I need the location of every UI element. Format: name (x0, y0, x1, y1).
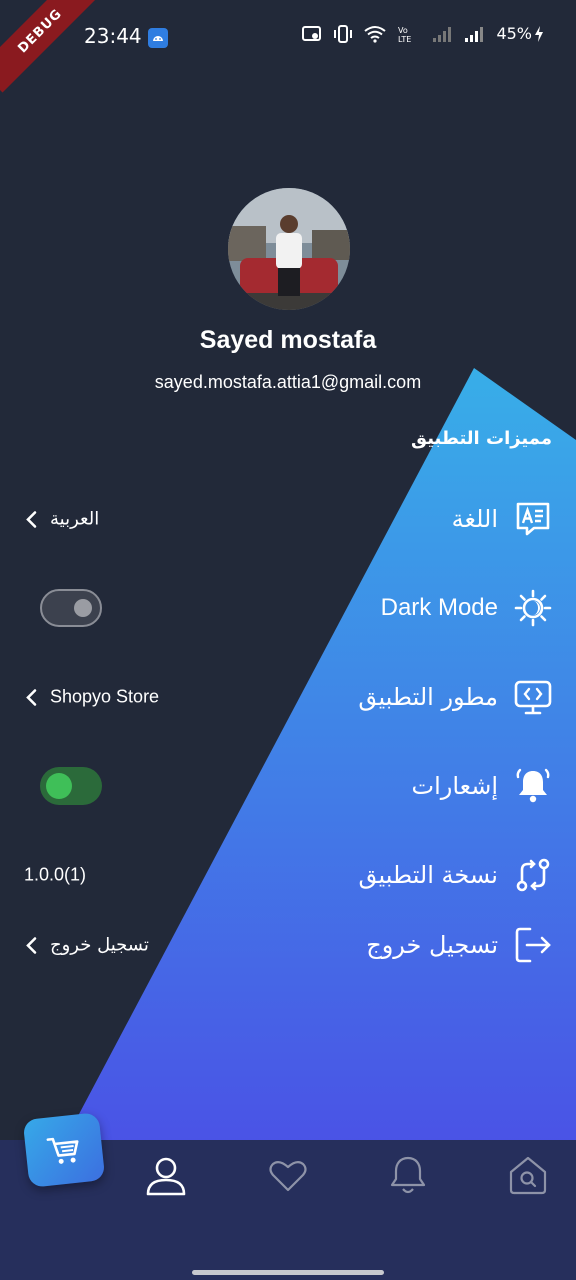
section-title: مميزات التطبيق (410, 428, 552, 449)
developer-value[interactable]: Shopyo Store (24, 687, 159, 708)
vibrate-icon (334, 24, 353, 43)
wifi-icon (364, 25, 387, 43)
cart-icon (46, 1137, 79, 1164)
bell-icon[interactable] (386, 1154, 430, 1198)
profile-email: sayed.mostafa.attia1@gmail.com (154, 372, 422, 392)
app-version-value: 1.0.0(1) (24, 864, 87, 885)
profile-icon[interactable] (144, 1154, 188, 1198)
notifications-row[interactable]: إشعارات (0, 751, 576, 821)
volte-icon: VoLTE (398, 26, 411, 43)
language-label: اللغة (451, 505, 498, 533)
logout-value[interactable]: تسجيل خروج (24, 935, 149, 956)
developer-row[interactable]: مطور التطبيق Shopyo Store (0, 662, 576, 732)
logout-row[interactable]: تسجيل خروج تسجيل خروج (0, 910, 576, 980)
dark-mode-row[interactable]: Dark Mode (0, 573, 576, 643)
sun-moon-icon (514, 589, 552, 627)
notifications-toggle[interactable] (40, 767, 102, 805)
battery-percent: 45% (496, 24, 532, 43)
app-version-row: نسخة التطبيق 1.0.0(1) (0, 840, 576, 910)
avatar-photo (228, 188, 350, 310)
status-icons: Vo LTE 45% (302, 24, 544, 43)
home-search-icon[interactable] (506, 1154, 550, 1198)
signal-icon (433, 26, 452, 42)
developer-label: مطور التطبيق (358, 683, 498, 711)
toggle-knob (46, 773, 72, 799)
dark-mode-toggle[interactable] (40, 589, 102, 627)
monitor-code-icon (514, 680, 552, 715)
signal-icon (465, 26, 484, 42)
heart-icon[interactable] (266, 1154, 310, 1198)
notifications-label: إشعارات (411, 772, 498, 800)
svg-text:LTE: LTE (398, 35, 411, 43)
dark-mode-label: Dark Mode (380, 594, 498, 621)
android-icon (148, 28, 168, 48)
status-time: 23:44 (84, 24, 142, 48)
chevron-left-icon (26, 688, 37, 706)
bell-icon (516, 768, 550, 803)
profile-name: Sayed mostafa (199, 326, 377, 354)
logout-icon (515, 927, 551, 963)
home-indicator[interactable] (192, 1270, 384, 1275)
app-version-label: نسخة التطبيق (358, 861, 499, 889)
cast-icon (302, 25, 322, 41)
battery-charging-icon (535, 25, 543, 42)
status-bar: DEBUG 23:44 Vo LTE 45% (0, 0, 576, 93)
logout-label: تسجيل خروج (366, 931, 498, 959)
avatar[interactable] (228, 188, 350, 310)
chevron-left-icon (26, 936, 37, 954)
toggle-knob (74, 599, 92, 617)
translate-icon (516, 502, 550, 536)
svg-text:Vo: Vo (398, 26, 408, 35)
chevron-left-icon (26, 510, 37, 528)
version-route-icon (516, 858, 550, 892)
cart-button[interactable] (22, 1112, 106, 1188)
language-value[interactable]: العربية (24, 509, 99, 530)
language-row[interactable]: اللغة العربية (0, 484, 576, 554)
